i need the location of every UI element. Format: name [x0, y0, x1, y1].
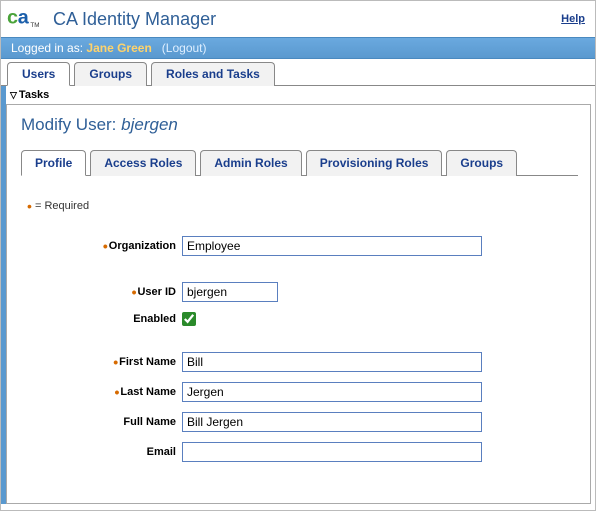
input-full-name[interactable]	[182, 412, 482, 432]
checkbox-enabled[interactable]	[182, 312, 196, 326]
required-note: • = Required	[27, 200, 572, 212]
input-organization[interactable]	[182, 236, 482, 256]
login-bar: Logged in as: Jane Green (Logout)	[1, 37, 595, 59]
tab-roles-and-tasks[interactable]: Roles and Tasks	[151, 62, 275, 86]
svg-text:a: a	[18, 7, 30, 29]
login-prefix: Logged in as:	[11, 41, 86, 55]
app-title: CA Identity Manager	[53, 9, 216, 30]
label-enabled: Enabled	[27, 313, 182, 325]
label-email: Email	[27, 446, 182, 458]
logout-link[interactable]: (Logout)	[162, 41, 207, 55]
login-user: Jane Green	[86, 41, 151, 55]
tasks-toggle[interactable]: ▽Tasks	[1, 86, 595, 104]
help-link[interactable]: Help	[561, 13, 585, 25]
svg-text:c: c	[7, 7, 18, 29]
label-first-name: •First Name	[27, 356, 182, 368]
tab-admin-roles[interactable]: Admin Roles	[200, 150, 301, 176]
svg-text:TM: TM	[30, 22, 39, 29]
input-first-name[interactable]	[182, 352, 482, 372]
ca-logo-icon: c a TM	[7, 5, 43, 33]
main-tabs: Users Groups Roles and Tasks	[1, 61, 595, 86]
tab-groups-sub[interactable]: Groups	[446, 150, 517, 176]
tab-profile[interactable]: Profile	[21, 150, 86, 176]
sub-tabs: Profile Access Roles Admin Roles Provisi…	[21, 149, 578, 176]
label-last-name: •Last Name	[27, 386, 182, 398]
label-user-id: •User ID	[27, 286, 182, 298]
triangle-down-icon: ▽	[10, 90, 17, 100]
input-user-id[interactable]	[182, 282, 278, 302]
tab-groups[interactable]: Groups	[74, 62, 147, 86]
page-title: Modify User: bjergen	[21, 115, 578, 135]
tab-provisioning-roles[interactable]: Provisioning Roles	[306, 150, 443, 176]
tab-access-roles[interactable]: Access Roles	[90, 150, 196, 176]
label-organization: •Organization	[27, 240, 182, 252]
input-last-name[interactable]	[182, 382, 482, 402]
input-email[interactable]	[182, 442, 482, 462]
tab-users[interactable]: Users	[7, 62, 70, 86]
label-full-name: Full Name	[27, 416, 182, 428]
